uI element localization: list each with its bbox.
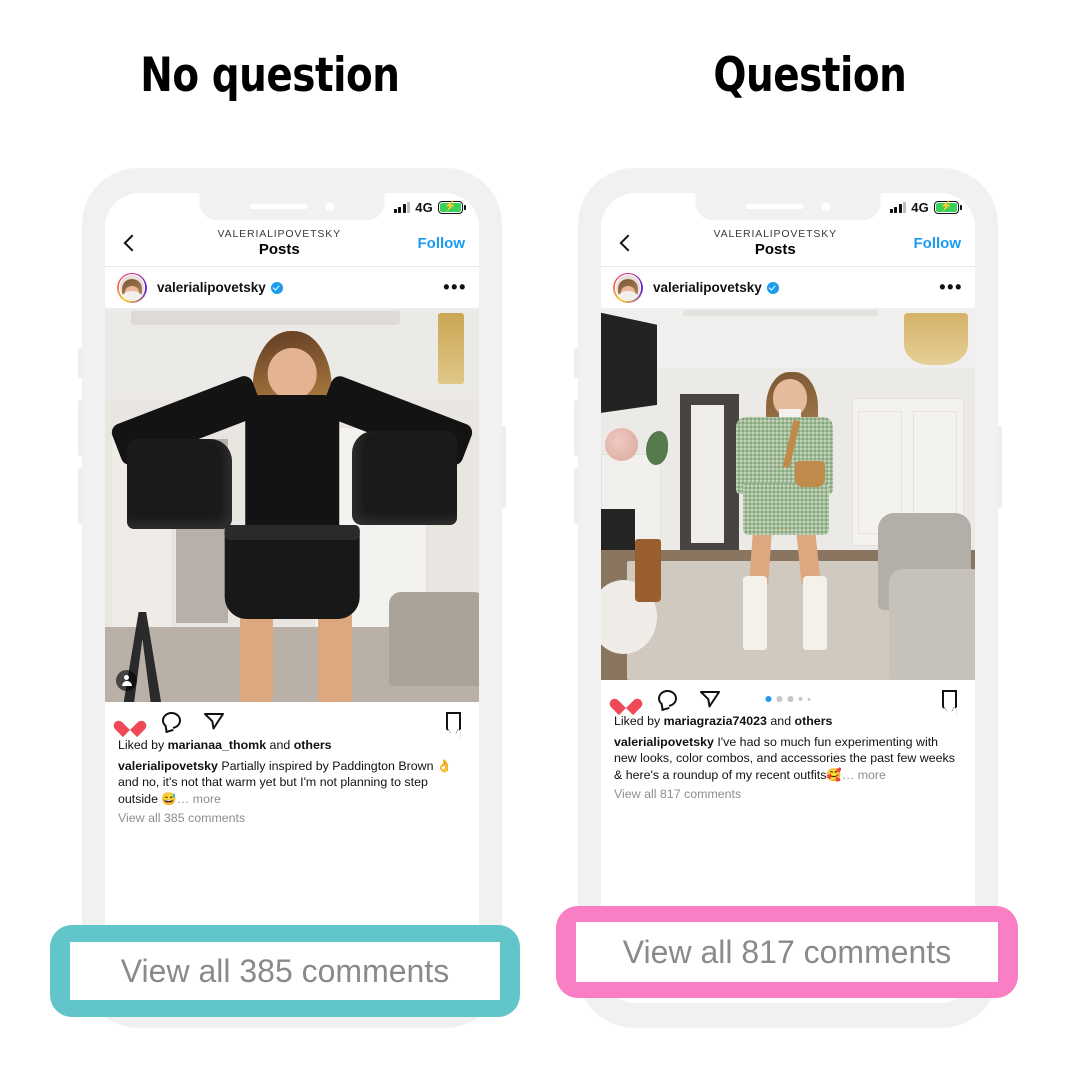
heading-col-right: Question [540,0,1080,150]
caption-text-left: valerialipovetsky Partially inspired by … [118,758,466,808]
page-title-left: Posts [258,241,300,259]
charging-bolt-icon: ⚡ [444,201,457,212]
carousel-dot-1 [765,696,772,702]
caption-text-right: valerialipovetsky I've had so much fun e… [614,734,962,784]
volume-up-button-right[interactable] [574,400,579,456]
view-comments-link-left[interactable]: View all 385 comments [118,810,466,827]
follow-button-right[interactable]: Follow [914,235,962,252]
post-more-options-right[interactable]: ••• [939,278,963,296]
carousel-indicator-right [765,696,811,702]
post-username-right[interactable]: valerialipovetsky [653,280,762,295]
battery-charging-icon: ⚡ [934,200,962,214]
notch-right [695,193,881,220]
view-comments-link-right[interactable]: View all 817 comments [614,786,962,803]
follow-button-left[interactable]: Follow [418,235,466,252]
signal-strength-icon [889,201,907,213]
signal-strength-icon [393,201,411,213]
front-camera-icon [821,202,831,211]
liked-by-user-left[interactable]: marianaa_thomk [168,738,266,752]
battery-charging-icon: ⚡ [438,200,466,214]
liked-by-suffix-right: and [770,714,792,728]
liked-by-others-left[interactable]: others [294,738,332,752]
heading-col-left: No question [0,0,540,150]
earpiece-speaker-icon [745,204,804,209]
verified-badge-icon-right [766,281,779,294]
post-caption-block-left: Liked by marianaa_thomk and others valer… [105,737,479,827]
callout-left-text: View all 385 comments [120,952,450,989]
share-button-left[interactable] [202,709,226,733]
avatar-left[interactable] [117,272,147,303]
post-media-left[interactable] [105,309,479,702]
comment-button-left[interactable] [160,709,184,733]
profile-handle-right: VALERIALIPOVETSKY [713,228,837,241]
profile-handle-left: VALERIALIPOVETSKY [217,228,341,241]
phone-left: 4G ⚡ VALERIALIPOVETSKY Posts Follow vale… [78,168,506,1028]
carousel-dot-4 [798,696,803,702]
callout-right-text: View all 817 comments [622,933,952,970]
heading-no-question: No question [140,47,400,103]
like-button-left[interactable] [118,709,142,733]
phone-screen-left: 4G ⚡ VALERIALIPOVETSKY Posts Follow vale… [105,193,479,1003]
save-button-right[interactable] [938,687,962,716]
liked-by-line-right: Liked by mariagrazia74023 and others [614,713,962,730]
callout-right-inner: View all 817 comments [576,922,998,982]
post-caption-block-right: Liked by mariagrazia74023 and others val… [601,713,975,803]
caption-more-right[interactable]: … more [842,768,886,782]
volume-down-button-right[interactable] [574,468,579,524]
header-title-block-right: VALERIALIPOVETSKY Posts [637,229,914,258]
liked-by-prefix-right: Liked by [614,714,661,728]
header-title-block-left: VALERIALIPOVETSKY Posts [141,229,418,258]
post-more-options-left[interactable]: ••• [443,278,467,296]
mute-switch-right[interactable] [574,348,579,378]
save-button-left[interactable] [442,709,466,738]
comment-button-right[interactable] [656,687,680,711]
notch-left [199,193,385,220]
post-user-row-left: valerialipovetsky ••• [105,267,479,309]
power-button-right[interactable] [997,426,1002,508]
page-title-right: Posts [754,241,796,259]
phone-frame-left: 4G ⚡ VALERIALIPOVETSKY Posts Follow vale… [78,168,506,1028]
back-button-left[interactable] [119,233,141,255]
column-headings: No question Question [0,0,1080,150]
app-header-left: VALERIALIPOVETSKY Posts Follow [105,221,479,267]
liked-by-prefix-left: Liked by [118,738,165,752]
like-button-right[interactable] [614,687,638,711]
phone-frame-right: 4G ⚡ VALERIALIPOVETSKY Posts Follow vale… [574,168,1002,1028]
power-button-left[interactable] [501,426,506,508]
liked-by-others-right[interactable]: others [795,714,833,728]
caption-username-right[interactable]: valerialipovetsky [614,735,714,749]
heading-question: Question [713,47,907,103]
person-tag-icon-left[interactable] [116,670,137,691]
liked-by-suffix-left: and [269,738,291,752]
post-media-right[interactable] [601,309,975,680]
caption-more-left[interactable]: … more [177,792,221,806]
front-camera-icon [325,202,335,211]
charging-bolt-icon: ⚡ [940,201,953,212]
carousel-dot-5 [807,697,811,701]
avatar-right[interactable] [613,272,643,303]
back-button-right[interactable] [615,233,637,255]
volume-up-button-left[interactable] [78,400,83,456]
share-button-right[interactable] [698,687,722,711]
network-label-left: 4G [415,199,433,215]
carousel-dot-3 [787,696,793,702]
post-username-left[interactable]: valerialipovetsky [157,280,266,295]
post-action-bar-left [105,702,479,740]
earpiece-speaker-icon [249,204,308,209]
caption-username-left[interactable]: valerialipovetsky [118,759,218,773]
mute-switch-left[interactable] [78,348,83,378]
verified-badge-icon-left [270,281,283,294]
carousel-dot-2 [776,696,783,702]
volume-down-button-left[interactable] [78,468,83,524]
callout-right: View all 817 comments [556,906,1018,998]
callout-left: View all 385 comments [50,925,520,1017]
callout-left-inner: View all 385 comments [70,942,500,1000]
post-user-row-right: valerialipovetsky ••• [601,267,975,309]
liked-by-user-right[interactable]: mariagrazia74023 [664,714,767,728]
app-header-right: VALERIALIPOVETSKY Posts Follow [601,221,975,267]
liked-by-line-left: Liked by marianaa_thomk and others [118,737,466,754]
phone-screen-right: 4G ⚡ VALERIALIPOVETSKY Posts Follow vale… [601,193,975,1003]
network-label-right: 4G [911,199,929,215]
phone-right: 4G ⚡ VALERIALIPOVETSKY Posts Follow vale… [574,168,1002,1028]
